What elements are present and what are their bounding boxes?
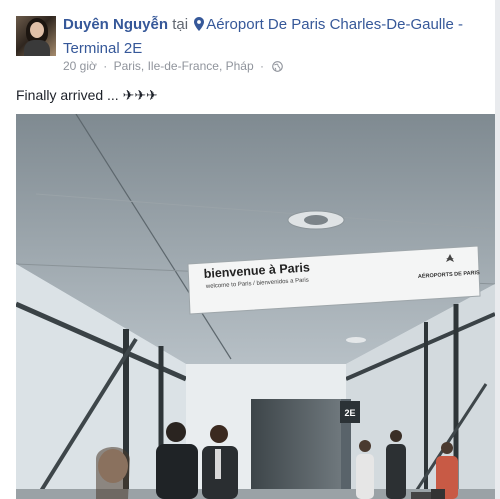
globe-icon[interactable] bbox=[272, 60, 284, 76]
facebook-post: Duyên Nguyễn tại Aéroport De Paris Charl… bbox=[0, 0, 500, 499]
gate-sign-label: 2E bbox=[344, 408, 355, 418]
post-photo[interactable]: 2E bienvenue à Paris welcome to Paris / … bbox=[16, 114, 495, 499]
author-avatar[interactable] bbox=[16, 16, 56, 56]
separator-dot: · bbox=[259, 59, 264, 73]
at-word: tại bbox=[172, 16, 189, 33]
airport-jetway-image: 2E bienvenue à Paris welcome to Paris / … bbox=[16, 114, 495, 499]
post-time-link[interactable]: 20 giờ bbox=[63, 59, 97, 73]
scrollbar-track[interactable] bbox=[495, 0, 500, 499]
post-header: Duyên Nguyễn tại Aéroport De Paris Charl… bbox=[63, 14, 483, 60]
post-caption: Finally arrived ... ✈✈✈ bbox=[16, 87, 158, 103]
post-place[interactable]: Paris, Ile-de-France, Pháp bbox=[114, 59, 254, 73]
author-name-link[interactable]: Duyên Nguyễn bbox=[63, 16, 168, 33]
post-meta: 20 giờ · Paris, Ile-de-France, Pháp · bbox=[63, 58, 284, 76]
separator-dot: · bbox=[103, 59, 108, 73]
map-pin-icon bbox=[194, 16, 205, 38]
